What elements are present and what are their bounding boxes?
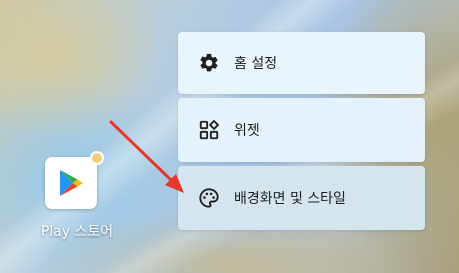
red-arrow-annotation: [109, 120, 184, 193]
